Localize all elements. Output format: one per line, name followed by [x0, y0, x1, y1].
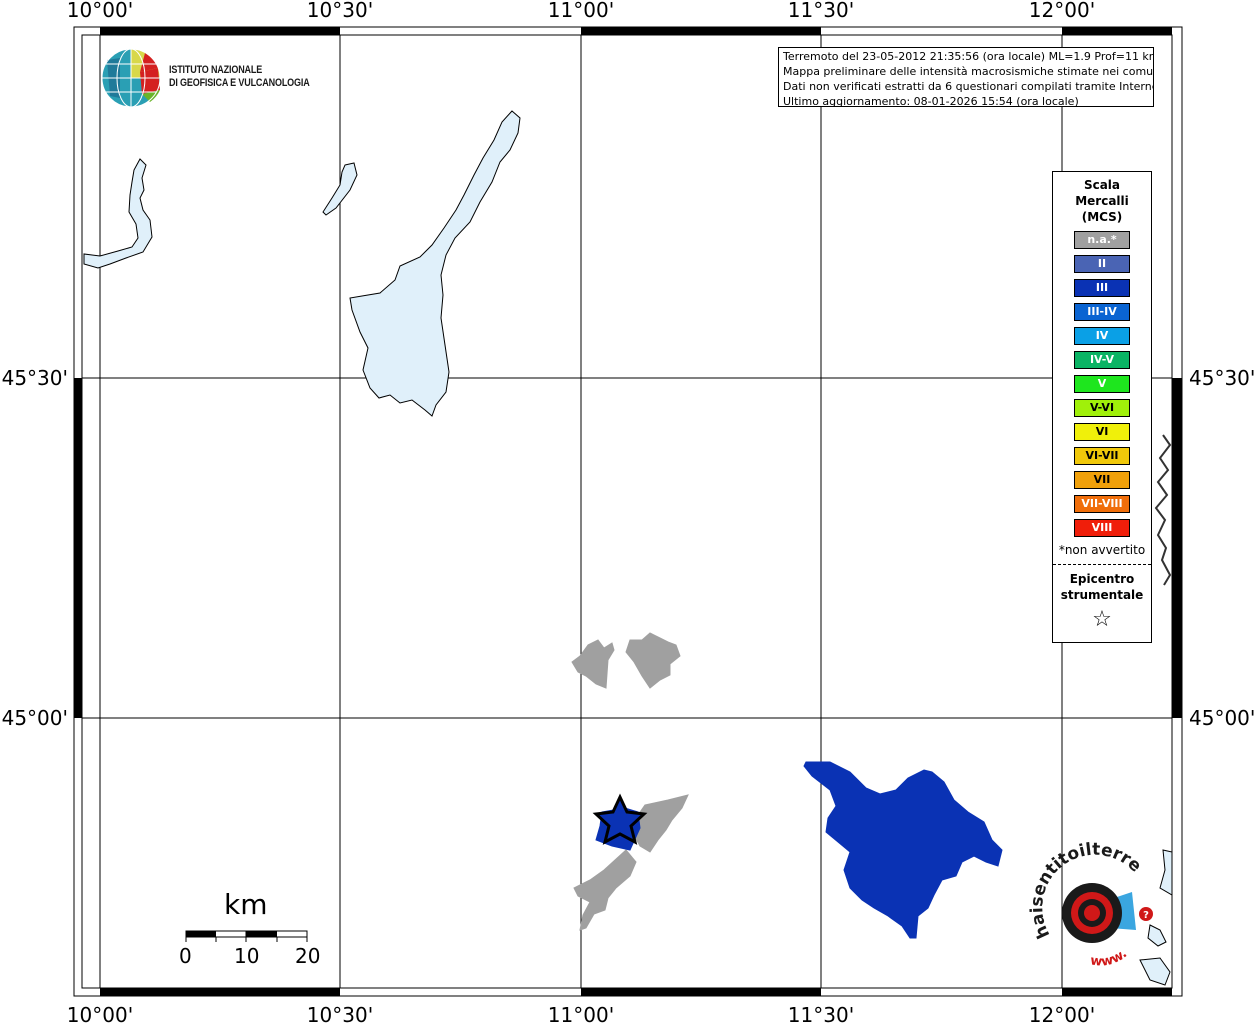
- legend-swatch: II: [1074, 255, 1130, 273]
- info-line-4: Ultimo aggiornamento: 08-01-2026 15:54 (…: [783, 95, 1079, 107]
- info-line-2: Mappa preliminare delle intensità macros…: [783, 65, 1154, 78]
- lon-label-top-5: 12°00': [1029, 0, 1095, 22]
- ingv-logo-text: ISTITUTO NAZIONALE DI GEOFISICA E VULCAN…: [169, 64, 310, 90]
- lon-label-bottom-2: 10°30': [307, 1003, 373, 1024]
- lagoon-east-2: [1147, 924, 1167, 947]
- legend-items: n.a.* II III III-IV IV IV-V V V-VI VI VI-VII VII VI…: [1053, 231, 1151, 537]
- legend-swatch: V: [1074, 375, 1130, 393]
- legend-swatch: V-VI: [1074, 399, 1130, 417]
- top-border: [100, 27, 1172, 35]
- star-icon: ☆: [1092, 607, 1112, 632]
- logo-line-1: ISTITUTO NAZIONALE: [169, 64, 263, 76]
- legend-swatch: n.a.*: [1074, 231, 1130, 249]
- municipalities: [571, 632, 1003, 939]
- lake-garda: [349, 110, 521, 417]
- legend-swatch: IV: [1074, 327, 1130, 345]
- legend-note: *non avvertito: [1058, 543, 1146, 557]
- ingv-logo-icon: [101, 48, 161, 108]
- lon-label-top-4: 11°30': [788, 0, 854, 22]
- lon-label-top-1: 10°00': [67, 0, 133, 22]
- lon-label-top-3: 11°00': [548, 0, 614, 22]
- intensity-legend: Scala Mercalli (MCS) n.a.* II III III-IV IV I…: [1052, 171, 1152, 643]
- legend-swatch: VIII: [1074, 519, 1130, 537]
- municipality-na-1: [571, 639, 615, 689]
- lat-label-left-2: 45°00': [2, 706, 68, 730]
- legend-epicenter-label: Epicentro strumentale: [1060, 572, 1144, 602]
- legend-swatch: III-IV: [1074, 303, 1130, 321]
- legend-divider: [1053, 564, 1151, 565]
- earthquake-info-box: Terremoto del 23-05-2012 21:35:56 (ora l…: [778, 47, 1154, 107]
- info-line-1: Terremoto del 23-05-2012 21:35:56 (ora l…: [783, 50, 1154, 63]
- scale-tick-20: 20: [295, 944, 321, 968]
- right-border: [1172, 378, 1182, 718]
- lon-label-bottom-4: 11°30': [788, 1003, 854, 1024]
- legend-swatch: VII: [1074, 471, 1130, 489]
- watermark-prefix: www.: [1089, 946, 1130, 969]
- municipality-na-2: [625, 632, 681, 689]
- lagoon-east: [1159, 849, 1173, 896]
- lon-label-bottom-5: 12°00': [1029, 1003, 1095, 1024]
- scale-unit: km: [224, 888, 268, 921]
- lat-label-right-2: 45°00': [1189, 706, 1255, 730]
- map-outer-frame: [73, 26, 1183, 997]
- watermark-text: haisentitoilterremoto.it: [0, 0, 1145, 942]
- lon-label-top-2: 10°30': [307, 0, 373, 22]
- lat-label-left-1: 45°30': [2, 366, 68, 390]
- legend-title: Scala Mercalli (MCS): [1075, 178, 1129, 224]
- svg-text:?: ?: [1143, 910, 1149, 921]
- lake-iseo: [83, 158, 153, 269]
- lat-label-right-1: 45°30': [1189, 366, 1255, 390]
- lagoon-east-3: [1139, 957, 1171, 986]
- legend-swatch: IV-V: [1074, 351, 1130, 369]
- legend-swatch: VI-VII: [1074, 447, 1130, 465]
- municipality-iii-2: [803, 761, 1003, 939]
- bottom-border: [100, 988, 1172, 996]
- lon-label-bottom-3: 11°00': [548, 1003, 614, 1024]
- legend-swatch: VI: [1074, 423, 1130, 441]
- lon-label-bottom-1: 10°00': [67, 1003, 133, 1024]
- scale-tick-10: 10: [234, 944, 260, 968]
- scale-tick-0: 0: [179, 944, 192, 968]
- info-line-3: Dati non verificati estratti da 6 questi…: [783, 80, 1154, 93]
- municipality-na-4: [573, 849, 637, 931]
- legend-swatch: VII-VIII: [1074, 495, 1130, 513]
- east-coastline: [1154, 434, 1172, 586]
- legend-swatch: III: [1074, 279, 1130, 297]
- municipality-na-3: [631, 794, 689, 853]
- left-border: [74, 378, 82, 718]
- scale-bar: [185, 930, 308, 942]
- target-logo-icon: ?: [1062, 883, 1153, 943]
- logo-line-2: DI GEOFISICA E VULCANOLOGIA: [169, 77, 310, 89]
